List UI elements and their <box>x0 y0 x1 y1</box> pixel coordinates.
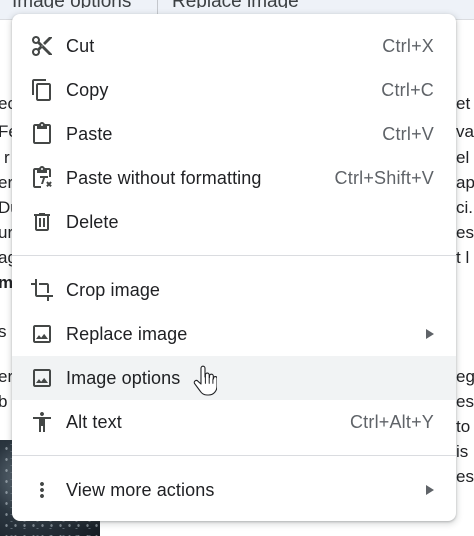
menu-item-label: Crop image <box>66 279 161 300</box>
trash-icon <box>30 210 54 234</box>
menu-item-image-options[interactable]: Image options <box>12 356 456 400</box>
copy-icon <box>30 78 54 102</box>
hand-pointer-cursor-icon <box>193 365 217 396</box>
doc-text-fragment: ci. <box>456 198 473 217</box>
doc-text-fragment: es <box>456 467 474 486</box>
menu-item-label: Cut <box>66 35 95 56</box>
menu-item-copy[interactable]: Copy Ctrl+C <box>12 68 456 112</box>
doc-text-fragment: eg <box>456 367 474 386</box>
menu-item-alt-text[interactable]: Alt text Ctrl+Alt+Y <box>12 400 456 444</box>
menu-item-shortcut: Ctrl+X <box>382 35 434 56</box>
menu-item-cut[interactable]: Cut Ctrl+X <box>12 24 456 68</box>
crop-icon <box>30 278 54 302</box>
menu-item-label: Replace image <box>66 323 188 344</box>
replace-image-toolbar-button[interactable]: Replace image <box>172 0 299 8</box>
clipboard-icon <box>30 122 54 146</box>
doc-text-fragment: b <box>0 392 8 411</box>
menu-item-crop-image[interactable]: Crop image <box>12 268 456 312</box>
more-vert-icon <box>30 478 54 502</box>
doc-text-fragment: to <box>456 417 471 436</box>
menu-item-shortcut: Ctrl+Alt+Y <box>349 411 434 432</box>
accessibility-icon <box>30 410 54 434</box>
image-options-toolbar-button[interactable]: Image options <box>12 0 131 8</box>
doc-text-fragment: r <box>4 148 10 167</box>
doc-text-fragment: va <box>456 122 474 141</box>
menu-divider <box>12 255 456 256</box>
menu-item-shortcut: Ctrl+V <box>382 123 434 144</box>
doc-text-fragment: es <box>456 392 474 411</box>
document-editor: Image options Replace image ec Fe r er D… <box>0 0 474 536</box>
doc-text-fragment: es <box>456 223 474 242</box>
menu-item-label: View more actions <box>66 479 215 500</box>
menu-item-label: Delete <box>66 211 119 232</box>
menu-item-shortcut: Ctrl+Shift+V <box>334 167 434 188</box>
submenu-arrow-icon <box>426 485 434 495</box>
doc-text-fragment: s <box>0 322 7 341</box>
menu-divider <box>12 455 456 456</box>
doc-text-fragment: is <box>456 442 469 461</box>
menu-item-replace-image[interactable]: Replace image <box>12 312 456 356</box>
menu-item-label: Paste without formatting <box>66 167 262 188</box>
menu-item-paste[interactable]: Paste Ctrl+V <box>12 112 456 156</box>
image-icon <box>30 322 54 346</box>
menu-item-label: Copy <box>66 79 109 100</box>
submenu-arrow-icon <box>426 329 434 339</box>
menu-item-label: Image options <box>66 367 181 388</box>
scissors-icon <box>30 34 54 58</box>
menu-item-view-more-actions[interactable]: View more actions <box>12 468 456 512</box>
doc-text-fragment: ap <box>456 173 474 192</box>
menu-item-label: Paste <box>66 123 113 144</box>
doc-text-fragment: et <box>456 94 471 113</box>
menu-item-delete[interactable]: Delete <box>12 200 456 244</box>
doc-text-fragment: t l <box>456 248 470 267</box>
context-menu: Cut Ctrl+X Copy Ctrl+C Paste Ctrl+V Past… <box>12 14 456 521</box>
menu-item-paste-without-formatting[interactable]: Paste without formatting Ctrl+Shift+V <box>12 156 456 200</box>
doc-text-fragment: el <box>456 148 470 167</box>
clipboard-clear-format-icon <box>30 166 54 190</box>
menu-item-shortcut: Ctrl+C <box>381 79 434 100</box>
image-icon <box>30 366 54 390</box>
menu-item-label: Alt text <box>66 411 122 432</box>
